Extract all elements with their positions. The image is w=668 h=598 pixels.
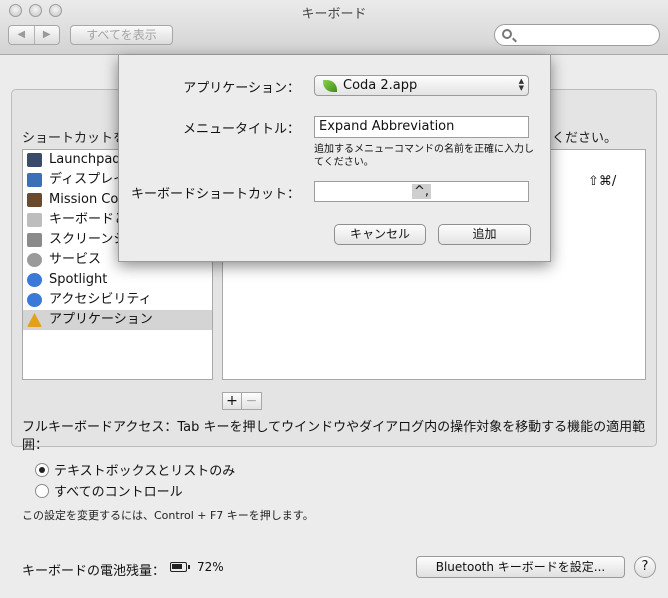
keyboard-icon: [27, 213, 42, 227]
shortcut-note: この設定を変更するには、Control + F7 キーを押します。: [22, 509, 314, 522]
category-spotlight[interactable]: Spotlight: [23, 270, 212, 290]
radio-button-selected[interactable]: [35, 462, 49, 477]
back-icon[interactable]: ◀: [9, 26, 35, 44]
menu-title-label: メニュータイトル：: [182, 122, 300, 137]
back-forward-control[interactable]: ◀ ▶: [8, 25, 60, 45]
popup-arrows-icon: ▲ ▼: [518, 77, 524, 92]
accessibility-icon: [27, 293, 42, 307]
battery-icon: [170, 562, 190, 572]
application-popup[interactable]: Coda 2.app ▲ ▼: [314, 75, 529, 96]
radio-text-boxes[interactable]: テキストボックスとリストのみ: [35, 460, 235, 479]
category-applications[interactable]: アプリケーション: [23, 310, 212, 330]
show-all-button[interactable]: すべてを表示: [70, 25, 173, 45]
shortcut-label: キーボードショートカット：: [130, 187, 300, 202]
application-value: Coda 2.app: [343, 78, 418, 93]
shortcut-input[interactable]: ^,: [314, 181, 529, 202]
search-icon: [502, 29, 512, 39]
gear-icon: [27, 253, 42, 267]
help-button[interactable]: ?: [634, 556, 656, 578]
instruction-text-end: ください。: [552, 131, 618, 146]
shortcut-value: ^,: [411, 184, 432, 199]
forward-icon[interactable]: ▶: [35, 26, 60, 44]
full-keyboard-access-label: フルキーボードアクセス：Tab キーを押してウインドウやダイアログ内の操作対象を…: [22, 420, 646, 453]
mission-control-icon: [27, 193, 42, 207]
spotlight-icon: [27, 273, 42, 287]
remove-shortcut-button[interactable]: −: [242, 392, 262, 410]
cancel-button[interactable]: キャンセル: [334, 224, 426, 245]
radio-button[interactable]: [35, 483, 49, 498]
title-bar: キーボード ◀ ▶ すべてを表示: [0, 0, 668, 55]
coda-app-icon: [323, 79, 337, 92]
application-label: アプリケーション：: [183, 81, 300, 96]
bluetooth-keyboard-setup-button[interactable]: Bluetooth キーボードを設定...: [416, 556, 625, 578]
battery-percent: 72%: [197, 560, 224, 574]
applications-icon: [27, 313, 42, 327]
menu-title-input[interactable]: Expand Abbreviation: [314, 116, 529, 138]
add-shortcut-button[interactable]: +: [222, 392, 242, 410]
battery-label: キーボードの電池残量：: [22, 564, 166, 579]
display-icon: [27, 173, 42, 187]
menu-title-hint: 追加するメニューコマンドの名前を正確に入力してください。: [314, 144, 534, 168]
launchpad-icon: [27, 153, 42, 167]
radio-all-controls[interactable]: すべてのコントロール: [35, 481, 183, 500]
instruction-text: ショートカットを: [22, 131, 127, 146]
category-accessibility[interactable]: アクセシビリティ: [23, 290, 212, 310]
window-title: キーボード: [301, 7, 367, 22]
add-remove-control[interactable]: + −: [222, 392, 262, 410]
screenshot-icon: [27, 233, 42, 247]
search-field[interactable]: [494, 24, 660, 46]
add-button[interactable]: 追加: [438, 224, 531, 245]
add-shortcut-sheet: アプリケーション： Coda 2.app ▲ ▼ メニュータイトル： Expand…: [118, 55, 551, 262]
shortcut-keys: ⇧⌘/: [588, 174, 617, 189]
